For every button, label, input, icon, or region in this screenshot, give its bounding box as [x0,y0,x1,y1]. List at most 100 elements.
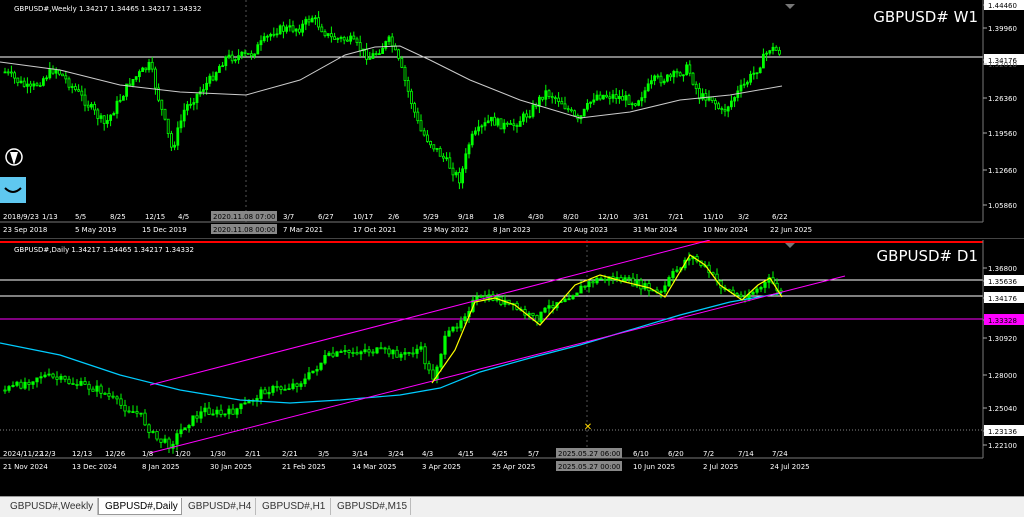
weekly-candle [29,83,33,87]
daily-candle [459,320,463,329]
chart-tab-gbpusd-daily[interactable]: GBPUSD#,Daily [98,498,182,515]
date-label-bottom: 21 Nov 2024 [3,463,48,471]
date-label-top: 12/13 [72,450,92,458]
daily-candle [275,385,279,388]
weekly-candle [265,35,269,38]
daily-candle [335,351,339,357]
chart-tab-gbpusd-m15[interactable]: GBPUSD#,M15 [331,498,411,515]
chart-tab-gbpusd-h1[interactable]: GBPUSD#,H1 [256,498,331,515]
weekly-candle [643,90,647,99]
weekly-candle [19,80,23,84]
weekly-candle [384,41,388,49]
weekly-candle [461,168,465,184]
weekly-candle [307,18,311,23]
date-label-top: 12/3 [40,450,56,458]
daily-chart-pane[interactable]: GBPUSD#,Daily 1.34217 1.34465 1.34217 1.… [0,239,1024,476]
date-label-top: 7/21 [668,213,684,221]
weekly-candle [531,104,535,117]
weekly-candle [128,83,132,86]
weekly-candle [550,96,554,99]
weekly-candle [118,99,122,102]
daily-candle [291,383,295,389]
weekly-candle [525,113,528,118]
daily-candle [587,281,591,288]
weekly-candle [58,69,61,75]
mt4-chart-window: GBPUSD#,Weekly 1.34217 1.34465 1.34217 1… [0,0,1024,517]
smile-indicator-icon[interactable] [0,177,26,203]
date-label-bottom: 3 Apr 2025 [422,463,461,471]
weekly-candle [746,81,749,85]
weekly-candle [240,51,244,57]
date-label-bottom: 8 Jan 2025 [142,463,180,471]
weekly-candle [25,83,29,87]
weekly-candle [227,54,231,58]
weekly-candle [682,74,685,77]
daily-candle [443,335,447,355]
weekly-candle [275,33,279,36]
daily-candle [259,389,263,399]
daily-candle [207,407,211,415]
price-tick-label: 1.30920 [988,335,1017,343]
weekly-candle [672,71,676,78]
weekly-candle [102,115,106,124]
weekly-candle [237,55,241,61]
weekly-candle [509,123,513,125]
daily-candle [139,412,143,415]
date-label-top: 11/10 [703,213,723,221]
date-label-top: 2025.05.27 06:00 [558,450,620,458]
weekly-candle [137,71,141,78]
weekly-candle [662,80,666,84]
weekly-candle [435,148,439,150]
weekly-candle [723,109,727,112]
daily-candle [595,277,599,284]
weekly-candle [173,144,177,148]
weekly-candle [48,68,52,79]
daily-candle [575,292,579,297]
chart-tab-gbpusd-weekly[interactable]: GBPUSD#,Weekly [4,498,98,515]
weekly-candle [413,103,417,113]
daily-candle [463,316,467,322]
weekly-candle [281,25,285,32]
pen-tool-icon[interactable] [5,148,23,166]
date-label-top: 3/24 [388,450,404,458]
daily-chart[interactable]: GBPUSD#,Daily 1.34217 1.34465 1.34217 1.… [0,239,1024,476]
daily-candle [219,409,223,415]
daily-candle [603,278,607,281]
chart-tab-gbpusd-h4[interactable]: GBPUSD#,H4 [182,498,256,515]
weekly-candle [669,74,672,78]
date-label-top: 2024/11/22 [3,450,43,458]
weekly-candle [477,126,481,132]
pane-separator[interactable] [0,238,1024,239]
weekly-candle [342,36,346,41]
weekly-candle [16,77,20,84]
weekly-candle [345,39,349,42]
weekly-candle [688,64,692,74]
daily-candle [203,407,207,413]
date-label-top: 1/30 [210,450,226,458]
daily-candle [599,277,603,280]
daily-candle [675,269,679,272]
weekly-candle [441,155,445,159]
weekly-candle [416,111,420,122]
daily-candle [303,378,307,385]
daily-candle [159,438,163,443]
weekly-chart[interactable]: GBPUSD#,Weekly 1.34217 1.34465 1.34217 1… [0,0,1024,238]
weekly-candle [294,28,298,32]
weekly-candle [554,97,557,100]
weekly-chart-pane[interactable]: GBPUSD#,Weekly 1.34217 1.34465 1.34217 1… [0,0,1024,238]
price-tick-label: 1.25040 [988,405,1017,413]
daily-candle [419,346,423,350]
daily-candle [147,424,151,433]
date-label-top: 2/11 [245,450,261,458]
daily-candle [583,285,587,288]
daily-candle [151,431,155,433]
daily-candle [195,415,199,419]
daily-candle [739,294,743,298]
weekly-candle [448,157,452,169]
date-label-bottom: 2025.05.27 00:00 [558,463,620,471]
daily-candle [383,347,387,350]
date-label-top: 4/15 [458,450,474,458]
daily-candle [399,353,403,358]
price-tick-label: 1.33328 [988,317,1017,325]
date-label-bottom: 8 Jan 2023 [493,226,531,234]
